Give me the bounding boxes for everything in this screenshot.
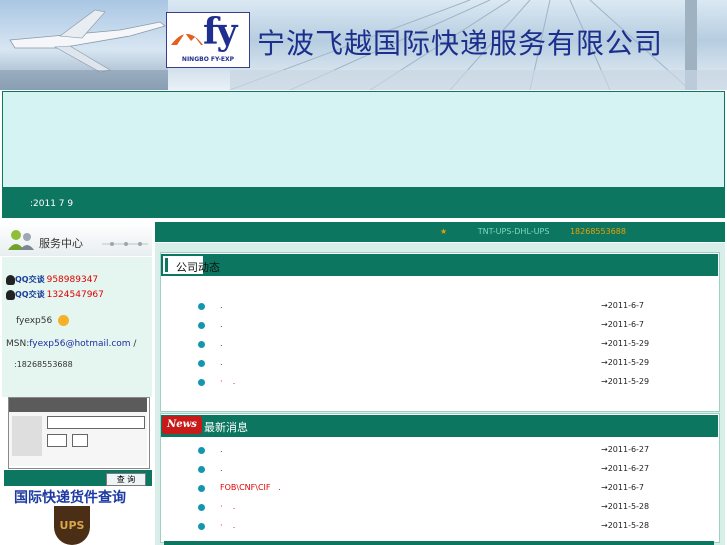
news-title-link[interactable]: · . bbox=[220, 521, 235, 530]
mountain-logo-icon bbox=[171, 33, 203, 45]
news-date: →2011-6-27 bbox=[601, 445, 650, 454]
company-news-title: 公司动态 bbox=[176, 261, 220, 274]
qq-chat-badge[interactable]: QQ交谈 bbox=[15, 289, 45, 300]
bullet-icon bbox=[198, 360, 205, 367]
news-row[interactable]: · . →2011-5-29 bbox=[196, 377, 666, 389]
news-title-link[interactable]: . bbox=[220, 358, 223, 367]
bullet-icon bbox=[198, 447, 205, 454]
news-title-link[interactable]: · . bbox=[220, 377, 235, 386]
news-date: →2011-6-7 bbox=[601, 301, 645, 310]
bullet-icon bbox=[198, 303, 205, 310]
news-date: →2011-6-27 bbox=[601, 464, 650, 473]
qq-number: 1324547967 bbox=[46, 290, 104, 300]
bottom-divider bbox=[164, 541, 714, 545]
contact-name: fyexp56 bbox=[16, 316, 53, 326]
news-row[interactable]: . →2011-5-29 bbox=[196, 339, 666, 351]
news-row[interactable]: . →2011-6-27 bbox=[196, 464, 666, 476]
news-row[interactable]: · . →2011-5-28 bbox=[196, 502, 666, 514]
airplane-icon bbox=[0, 9, 168, 90]
news-title-link[interactable]: FOB\CNF\CIF . bbox=[220, 483, 281, 492]
qq-contact-1[interactable]: QQ交谈 958989347 bbox=[6, 274, 98, 286]
news-row[interactable]: . →2011-6-27 bbox=[196, 445, 666, 457]
news-date: →2011-6-7 bbox=[601, 320, 645, 329]
qq-chat-badge[interactable]: QQ交谈 bbox=[15, 274, 45, 285]
news-badge-icon: News bbox=[162, 416, 202, 434]
msn-name-row: fyexp56 bbox=[16, 315, 70, 326]
search-box-header bbox=[9, 398, 147, 412]
bullet-icon bbox=[198, 485, 205, 492]
search-button[interactable]: 查 询 bbox=[106, 473, 146, 486]
news-row[interactable]: FOB\CNF\CIF . →2011-6-7 bbox=[196, 483, 666, 495]
company-name: 宁波飞越国际快递服务有限公司 bbox=[257, 27, 664, 60]
logo-text: fy bbox=[203, 11, 237, 53]
news-date: →2011-5-29 bbox=[601, 377, 650, 386]
dots-decoration bbox=[102, 242, 148, 246]
news-title-link[interactable]: . bbox=[220, 445, 223, 454]
search-label-column bbox=[12, 416, 42, 456]
news-date: →2011-5-29 bbox=[601, 358, 650, 367]
msn-link[interactable]: fyexp56@hotmail.com bbox=[29, 339, 130, 349]
news-title-link[interactable]: . bbox=[220, 339, 223, 348]
tracking-title: 国际快递货件查询 bbox=[14, 490, 126, 506]
logo-subtitle: NINGBO FY-EXP bbox=[181, 56, 235, 63]
ups-logo[interactable]: UPS bbox=[54, 506, 90, 545]
service-center-title: 服务中心 bbox=[39, 237, 83, 250]
news-row[interactable]: . →2011-5-29 bbox=[196, 358, 666, 370]
notice-bar bbox=[2, 188, 725, 218]
site-header: fy NINGBO FY-EXP 宁波飞越国际快递服务有限公司 bbox=[0, 0, 727, 90]
news-title-link[interactable]: · . bbox=[220, 502, 235, 511]
news-date: →2011-5-28 bbox=[601, 502, 650, 511]
code-input-2[interactable] bbox=[72, 434, 88, 447]
marquee-carriers: TNT-UPS-DHL-UPS bbox=[477, 227, 550, 236]
phone-number: :18268553688 bbox=[14, 360, 73, 369]
msn-suffix: / bbox=[130, 339, 137, 349]
tracking-number-input[interactable] bbox=[47, 416, 145, 429]
notice-text: :2011 7 9 bbox=[30, 199, 74, 209]
msn-label: MSN: bbox=[6, 339, 30, 349]
qq-penguin-icon bbox=[6, 274, 15, 285]
banner-area bbox=[2, 91, 725, 188]
latest-news-title: 最新消息 bbox=[204, 421, 248, 434]
code-input[interactable] bbox=[47, 434, 67, 447]
news-date: →2011-6-7 bbox=[601, 483, 645, 492]
news-title-link[interactable]: . bbox=[220, 301, 223, 310]
marquee-text: ★ TNT-UPS-DHL-UPS 18268553688 bbox=[440, 227, 626, 236]
people-icon bbox=[8, 230, 34, 250]
news-title-link[interactable]: . bbox=[220, 320, 223, 329]
news-row[interactable]: . →2011-6-7 bbox=[196, 301, 666, 313]
news-title-link[interactable]: . bbox=[220, 464, 223, 473]
msn-row: MSN:fyexp56@hotmail.com / bbox=[6, 339, 136, 349]
qq-contact-2[interactable]: QQ交谈 1324547967 bbox=[6, 289, 104, 301]
bullet-icon bbox=[198, 504, 205, 511]
smiley-icon bbox=[58, 315, 70, 326]
star-icon: ★ bbox=[440, 227, 448, 236]
bullet-icon bbox=[198, 379, 205, 386]
news-date: →2011-5-28 bbox=[601, 521, 650, 530]
bullet-icon bbox=[198, 466, 205, 473]
news-row[interactable]: . →2011-6-7 bbox=[196, 320, 666, 332]
airplane-photo bbox=[0, 0, 168, 90]
bullet-icon bbox=[198, 523, 205, 530]
marquee-phone: 18268553688 bbox=[569, 227, 626, 236]
bullet-icon bbox=[198, 322, 205, 329]
qq-penguin-icon bbox=[6, 289, 15, 300]
news-date: →2011-5-29 bbox=[601, 339, 650, 348]
news-row[interactable]: · . →2011-5-28 bbox=[196, 521, 666, 533]
company-news-header bbox=[161, 254, 718, 276]
bullet-icon bbox=[198, 341, 205, 348]
qq-number: 958989347 bbox=[46, 275, 99, 285]
